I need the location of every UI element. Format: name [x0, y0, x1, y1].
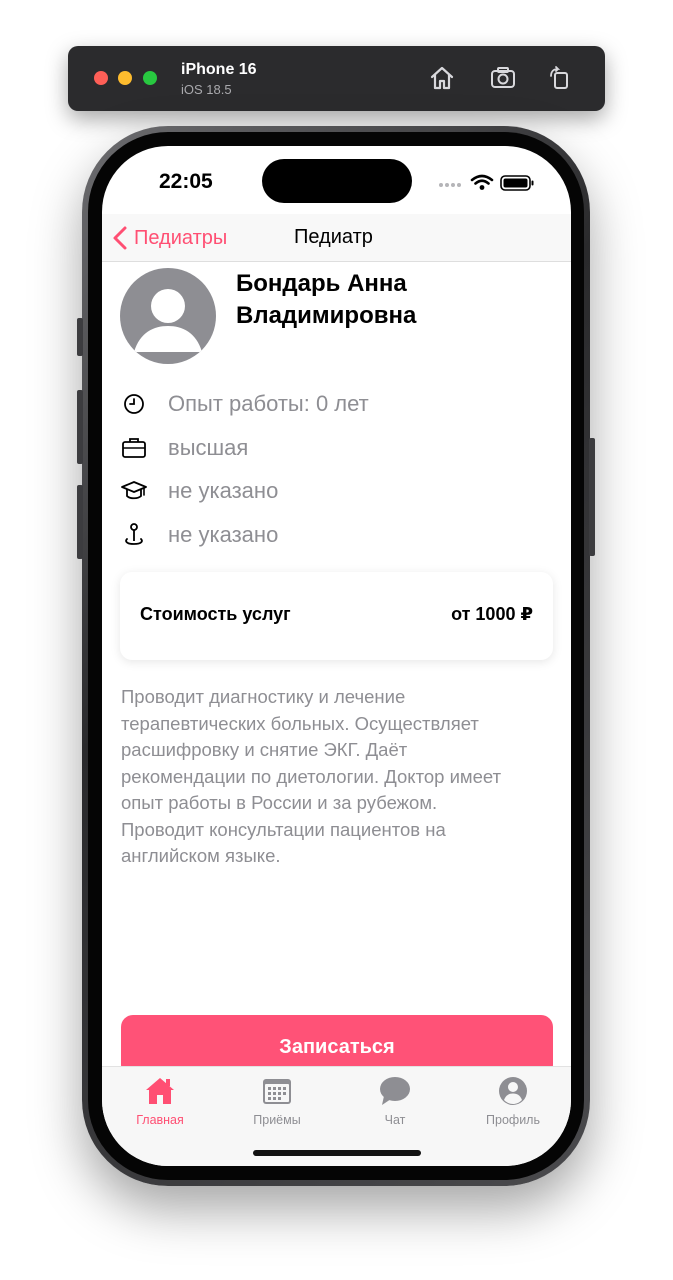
graduation-cap-icon: [120, 477, 148, 505]
calendar-icon: [261, 1075, 293, 1107]
tab-chat[interactable]: Чат: [350, 1075, 440, 1135]
simulator-device-name: iPhone 16: [181, 61, 257, 78]
doctor-name-line2: Владимировна: [236, 302, 417, 329]
avatar: [120, 268, 216, 364]
doctor-name-line1: Бондарь Анна: [236, 270, 407, 297]
description-line: Проводит диагностику и лечение: [121, 686, 406, 707]
minimize-window-button[interactable]: [118, 71, 132, 85]
clock-icon: [120, 390, 148, 418]
price-value: от 1000 ₽: [451, 604, 533, 624]
category-text: высшая: [168, 435, 249, 460]
action-button: [77, 318, 83, 356]
price-card: Стоимость услуг от 1000 ₽: [120, 572, 553, 660]
doctor-name: Бондарь Анна Владимировна: [236, 268, 536, 332]
status-icons: [439, 174, 534, 191]
wifi-icon: [470, 174, 494, 190]
signal-icon: [439, 183, 461, 187]
volume-down-button: [77, 485, 83, 559]
tab-profile[interactable]: Профиль: [468, 1075, 558, 1135]
tab-chat-label: Чат: [384, 1113, 406, 1127]
tab-appointments[interactable]: Приёмы: [232, 1075, 322, 1135]
phone-screen: 22:05 Педиатры Педиатр Бондарь Анна Влад…: [102, 146, 571, 1166]
tab-appointments-label: Приёмы: [253, 1113, 301, 1127]
description-line: опыт работы в России и за рубежом.: [121, 792, 438, 813]
experience-row: Опыт работы: 0 лет: [120, 389, 369, 419]
tab-home-label: Главная: [136, 1113, 184, 1127]
person-circle-icon: [497, 1075, 529, 1107]
description-line: терапевтических больных. Осуществляет: [121, 712, 479, 734]
page-title: Педиатр: [294, 226, 373, 248]
category-row: высшая: [120, 433, 248, 463]
house-icon: [144, 1075, 176, 1107]
dynamic-island: [262, 159, 412, 203]
power-button: [589, 438, 595, 556]
close-window-button[interactable]: [94, 71, 108, 85]
education-row: не указано: [120, 476, 278, 506]
description-line: расшифровку и снятие ЭКГ. Даёт: [121, 739, 408, 760]
briefcase-icon: [120, 434, 148, 462]
person-placeholder-icon: [134, 289, 202, 352]
volume-up-button: [77, 390, 83, 464]
price-label: Стоимость услуг: [140, 604, 291, 624]
description-line: английском языке.: [121, 845, 281, 866]
battery-icon: [500, 175, 534, 191]
tab-profile-label: Профиль: [486, 1113, 540, 1127]
status-time: 22:05: [159, 170, 213, 193]
back-button-label: Педиатры: [134, 226, 228, 249]
location-row: не указано: [120, 520, 278, 550]
home-icon[interactable]: [428, 64, 456, 92]
location-pin-icon: [120, 521, 148, 549]
description-line: рекомендации по диетологии. Доктор имеет: [121, 765, 502, 787]
back-button[interactable]: Педиатры: [112, 224, 227, 252]
education-text: не указано: [168, 478, 279, 503]
rotate-icon[interactable]: [546, 64, 574, 92]
description-line: Проводит консультации пациентов на: [121, 818, 446, 840]
location-text: не указано: [168, 522, 279, 547]
zoom-window-button[interactable]: [143, 71, 157, 85]
screenshot-icon[interactable]: [489, 64, 517, 92]
home-indicator: [253, 1150, 421, 1156]
experience-text: Опыт работы: 0 лет: [168, 391, 369, 416]
chevron-left-icon: [113, 226, 127, 250]
tab-home[interactable]: Главная: [115, 1075, 205, 1135]
doctor-description: Проводит диагностику и лечение терапевти…: [121, 684, 561, 870]
simulator-os-version: iOS 18.5: [181, 82, 232, 97]
navigation-bar: Педиатры Педиатр: [102, 214, 571, 262]
chat-bubble-icon: [379, 1075, 411, 1107]
